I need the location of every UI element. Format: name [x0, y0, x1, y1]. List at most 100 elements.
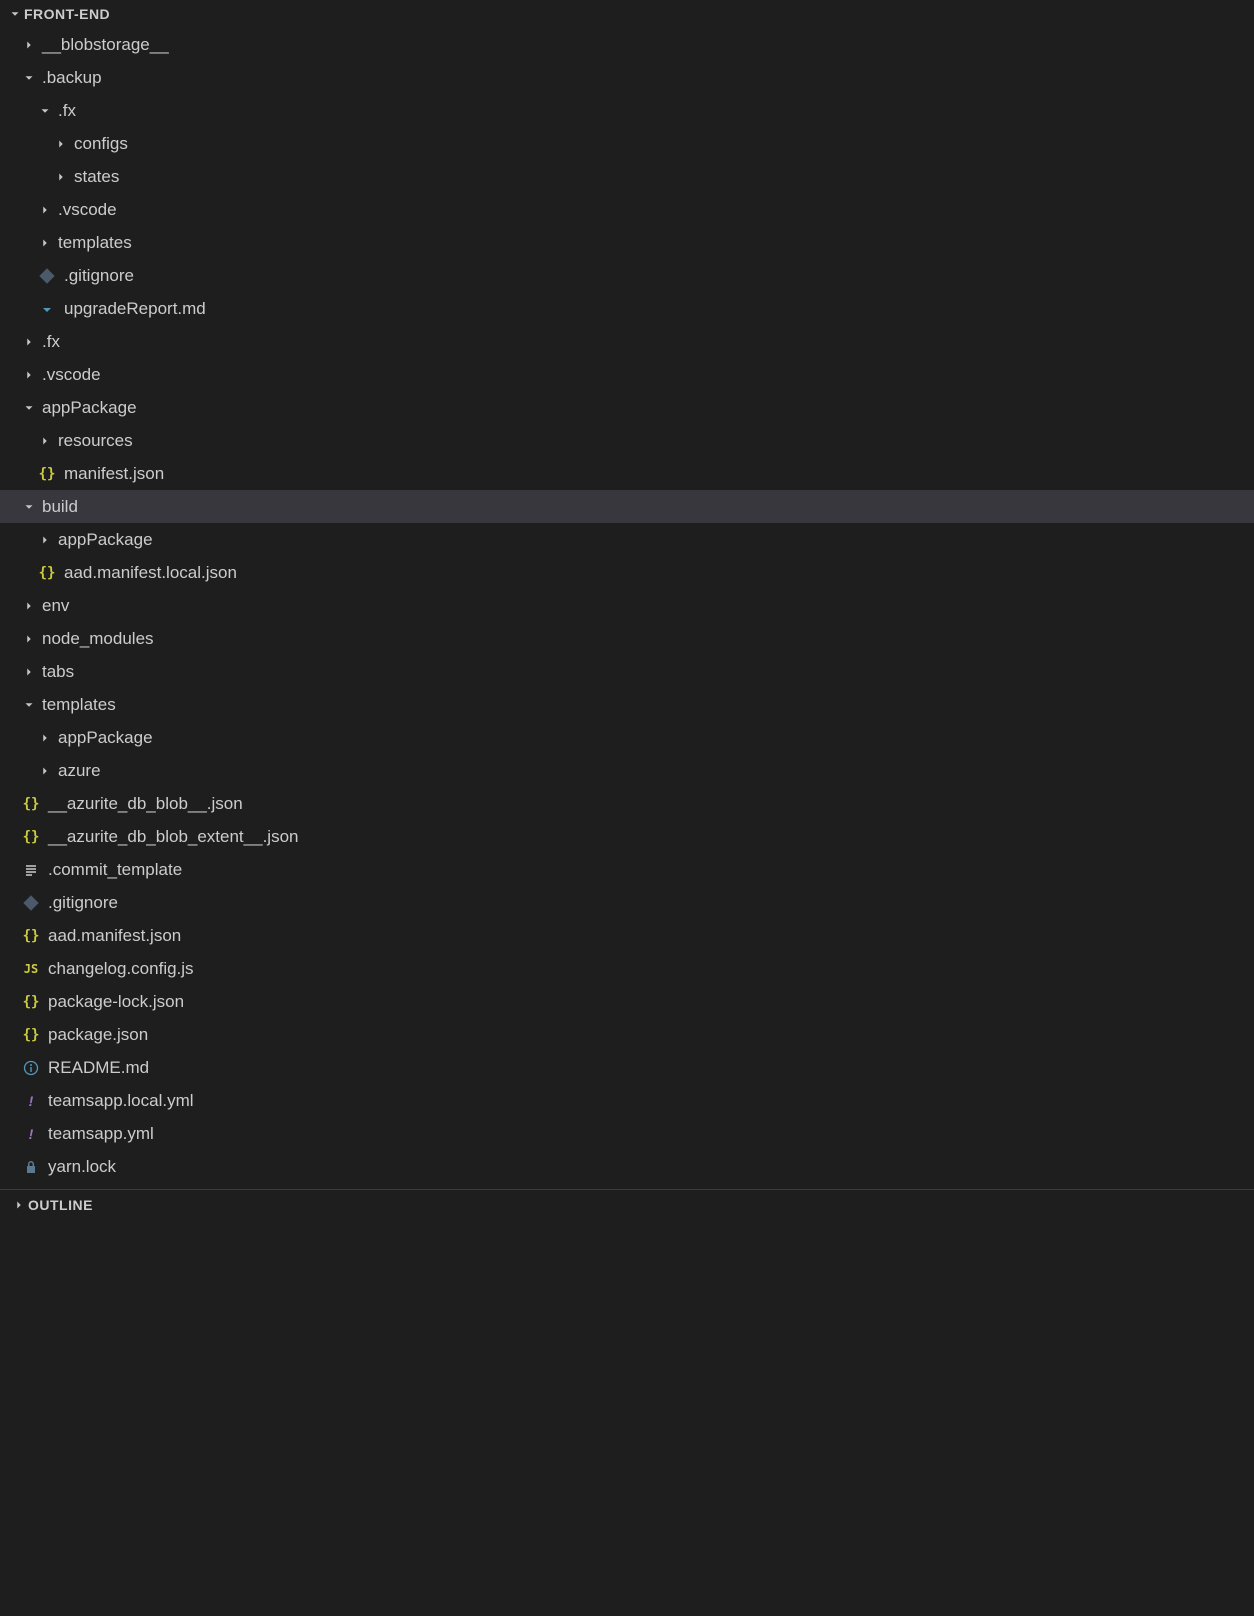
tree-item-label: .commit_template [48, 860, 182, 880]
explorer-panel: FRONT-END __blobstorage__ .backup .fx confi… [0, 0, 1254, 1219]
chevron-right-icon [52, 168, 70, 186]
json-icon: {} [20, 826, 42, 848]
tree-item-label: appPackage [42, 398, 137, 418]
folder-row[interactable]: .fx [0, 325, 1254, 358]
tree-item-label: package.json [48, 1025, 148, 1045]
chevron-down-icon [6, 5, 24, 23]
file-row[interactable]: README.md [0, 1051, 1254, 1084]
chevron-right-icon [10, 1196, 28, 1214]
chevron-down-icon [20, 399, 38, 417]
json-icon: {} [36, 463, 58, 485]
file-tree: __blobstorage__.backup.fxconfigsstates.v… [0, 28, 1254, 1183]
folder-row[interactable]: .backup [0, 61, 1254, 94]
folder-row[interactable]: azure [0, 754, 1254, 787]
file-row[interactable]: {} aad.manifest.json [0, 919, 1254, 952]
file-row[interactable]: {}aad.manifest.local.json [0, 556, 1254, 589]
folder-row[interactable]: .vscode [0, 193, 1254, 226]
folder-row[interactable]: resources [0, 424, 1254, 457]
file-row[interactable]: {} package.json [0, 1018, 1254, 1051]
tree-item-label: changelog.config.js [48, 959, 194, 979]
chevron-right-icon [36, 432, 54, 450]
tree-item-label: __azurite_db_blob__.json [48, 794, 243, 814]
folder-row[interactable]: build [0, 490, 1254, 523]
tree-item-label: yarn.lock [48, 1157, 116, 1177]
tree-item-label: azure [58, 761, 101, 781]
folder-row[interactable]: templates [0, 226, 1254, 259]
markdown-icon [36, 298, 58, 320]
tree-item-label: .gitignore [64, 266, 134, 286]
file-row[interactable]: upgradeReport.md [0, 292, 1254, 325]
chevron-right-icon [20, 597, 38, 615]
chevron-down-icon [36, 102, 54, 120]
tree-item-label: .backup [42, 68, 102, 88]
tree-item-label: __blobstorage__ [42, 35, 169, 55]
folder-row[interactable]: configs [0, 127, 1254, 160]
yaml-icon: ! [20, 1123, 42, 1145]
tree-item-label: manifest.json [64, 464, 164, 484]
explorer-root-header[interactable]: FRONT-END [0, 0, 1254, 28]
tree-item-label: aad.manifest.json [48, 926, 181, 946]
chevron-right-icon [36, 234, 54, 252]
tree-item-label: tabs [42, 662, 74, 682]
chevron-right-icon [20, 366, 38, 384]
json-icon: {} [20, 925, 42, 947]
chevron-right-icon [36, 531, 54, 549]
gitignore-icon [36, 265, 58, 287]
chevron-right-icon [36, 729, 54, 747]
chevron-right-icon [36, 201, 54, 219]
gitignore-icon [20, 892, 42, 914]
js-icon: JS [20, 958, 42, 980]
folder-row[interactable]: .vscode [0, 358, 1254, 391]
folder-row[interactable]: appPackage [0, 391, 1254, 424]
file-row[interactable]: ! teamsapp.yml [0, 1117, 1254, 1150]
tree-item-label: teamsapp.local.yml [48, 1091, 194, 1111]
outline-header[interactable]: OUTLINE [0, 1189, 1254, 1219]
folder-row[interactable]: env [0, 589, 1254, 622]
chevron-right-icon [52, 135, 70, 153]
tree-item-label: package-lock.json [48, 992, 184, 1012]
folder-row[interactable]: tabs [0, 655, 1254, 688]
info-icon [20, 1057, 42, 1079]
tree-item-label: configs [74, 134, 128, 154]
file-row[interactable]: !teamsapp.local.yml [0, 1084, 1254, 1117]
folder-row[interactable]: appPackage [0, 721, 1254, 754]
chevron-down-icon [20, 69, 38, 87]
file-row[interactable]: {} package-lock.json [0, 985, 1254, 1018]
file-row[interactable]: .commit_template [0, 853, 1254, 886]
tree-item-label: .vscode [42, 365, 101, 385]
tree-item-label: templates [58, 233, 132, 253]
folder-row[interactable]: __blobstorage__ [0, 28, 1254, 61]
outline-label: OUTLINE [28, 1197, 93, 1213]
tree-item-label: templates [42, 695, 116, 715]
file-row[interactable]: JS changelog.config.js [0, 952, 1254, 985]
tree-item-label: build [42, 497, 78, 517]
file-row[interactable]: {} manifest.json [0, 457, 1254, 490]
tree-item-label: __azurite_db_blob_extent__.json [48, 827, 298, 847]
tree-item-label: appPackage [58, 530, 153, 550]
file-row[interactable]: {} __azurite_db_blob_extent__.json [0, 820, 1254, 853]
json-icon: {} [20, 1024, 42, 1046]
folder-row[interactable]: templates [0, 688, 1254, 721]
chevron-right-icon [20, 333, 38, 351]
chevron-down-icon [20, 696, 38, 714]
chevron-right-icon [20, 630, 38, 648]
file-row[interactable]: {}__azurite_db_blob__.json [0, 787, 1254, 820]
file-row[interactable]: yarn.lock [0, 1150, 1254, 1183]
file-row[interactable]: .gitignore [0, 259, 1254, 292]
tree-item-label: node_modules [42, 629, 154, 649]
file-row[interactable]: .gitignore [0, 886, 1254, 919]
tree-item-label: teamsapp.yml [48, 1124, 154, 1144]
tree-item-label: upgradeReport.md [64, 299, 206, 319]
chevron-down-icon [20, 498, 38, 516]
folder-row[interactable]: node_modules [0, 622, 1254, 655]
folder-row[interactable]: .fx [0, 94, 1254, 127]
chevron-right-icon [20, 663, 38, 681]
folder-row[interactable]: appPackage [0, 523, 1254, 556]
chevron-right-icon [20, 36, 38, 54]
tree-item-label: appPackage [58, 728, 153, 748]
json-icon: {} [20, 991, 42, 1013]
json-icon: {} [36, 562, 58, 584]
tree-item-label: .fx [42, 332, 60, 352]
folder-row[interactable]: states [0, 160, 1254, 193]
lock-icon [20, 1156, 42, 1178]
